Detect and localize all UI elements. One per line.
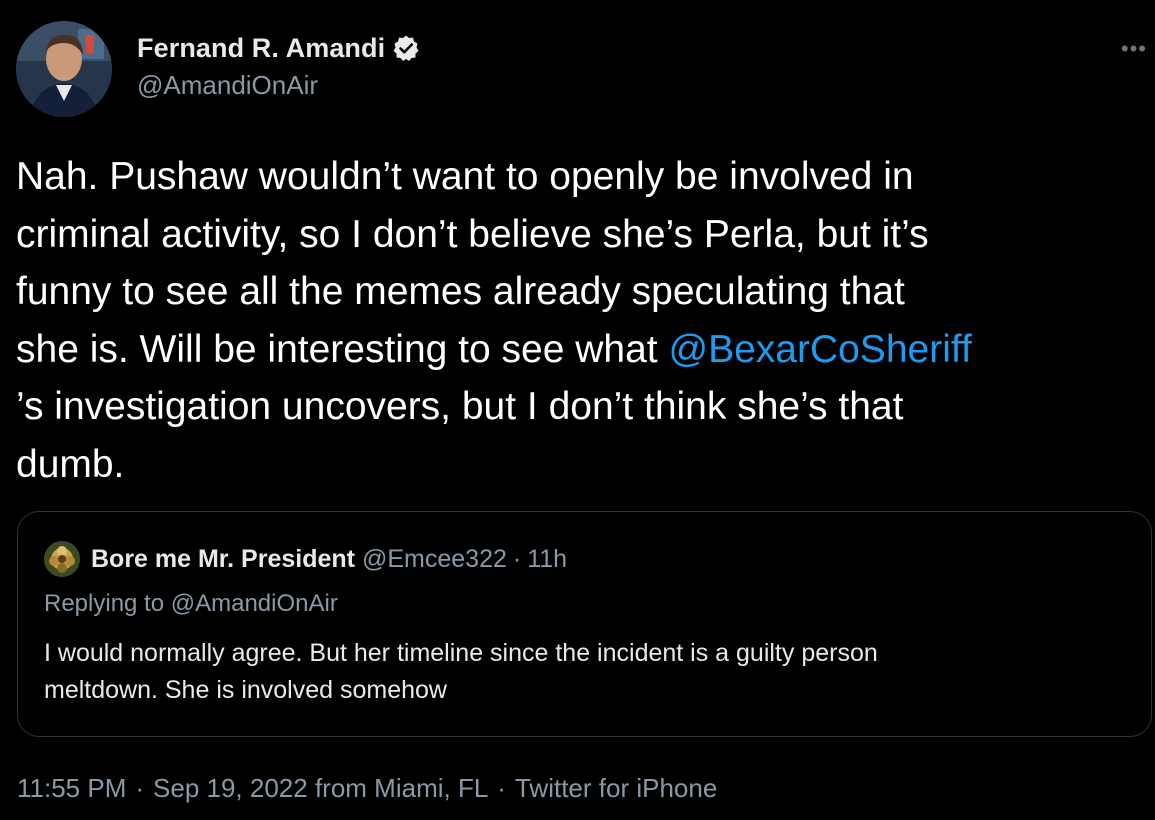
mention-link[interactable]: @BexarCoSheriff xyxy=(668,328,971,371)
author-name[interactable]: Fernand R. Amandi xyxy=(137,33,385,64)
quote-avatar[interactable] xyxy=(44,541,80,577)
tweet-date-location[interactable]: Sep 19, 2022 from Miami, FL xyxy=(153,773,488,804)
quoted-tweet[interactable]: Bore me Mr. President @Emcee322 · 11h Re… xyxy=(17,511,1152,737)
separator-dot: · xyxy=(135,773,145,803)
tweet-line: she is. Will be interesting to see what … xyxy=(16,321,1152,379)
quote-header: Bore me Mr. President @Emcee322 · 11h xyxy=(44,539,567,579)
more-dots-icon[interactable]: ••• xyxy=(1121,36,1147,62)
tweet-time[interactable]: 11:55 PM xyxy=(17,773,126,804)
tweet-line: funny to see all the memes already specu… xyxy=(16,270,905,313)
quote-author-handle[interactable]: @Emcee322 xyxy=(362,545,507,574)
tweet-line: Nah. Pushaw wouldn’t want to openly be i… xyxy=(16,155,914,198)
separator-dot: · xyxy=(512,544,522,573)
replying-to-handle[interactable]: @AmandiOnAir xyxy=(171,590,338,617)
tweet-line: dumb. xyxy=(16,442,125,486)
author-name-row[interactable]: Fernand R. Amandi xyxy=(137,28,420,68)
avatar-image xyxy=(16,21,112,117)
quote-line: I would normally agree. But her timeline… xyxy=(44,639,878,667)
quote-author-name[interactable]: Bore me Mr. President xyxy=(91,545,355,574)
verified-badge-icon xyxy=(392,34,420,62)
author-handle[interactable]: @AmandiOnAir xyxy=(137,70,318,101)
separator-dot: · xyxy=(497,773,506,803)
quote-timestamp[interactable]: 11h xyxy=(527,545,567,574)
tweet-line: criminal activity, so I don’t believe sh… xyxy=(16,212,929,256)
quote-avatar-image xyxy=(44,541,80,577)
replying-prefix: Replying to xyxy=(44,590,171,617)
tweet-line: ’s investigation uncovers, but I don’t t… xyxy=(16,385,904,428)
tweet-meta: 11:55 PM · Sep 19, 2022 from Miami, FL ·… xyxy=(17,773,717,804)
quote-line: meltdown. She is involved somehow xyxy=(44,676,447,704)
quote-text: I would normally agree. But her timeline… xyxy=(44,635,1124,709)
tweet-line-text: she is. Will be interesting to see what xyxy=(16,327,669,371)
tweet-source[interactable]: Twitter for iPhone xyxy=(515,773,717,804)
tweet: Fernand R. Amandi @AmandiOnAir ••• Nah. … xyxy=(0,0,1155,820)
tweet-text: Nah. Pushaw wouldn’t want to openly be i… xyxy=(16,148,1152,493)
author-avatar[interactable] xyxy=(16,21,112,117)
replying-to: Replying to @AmandiOnAir xyxy=(44,590,338,618)
